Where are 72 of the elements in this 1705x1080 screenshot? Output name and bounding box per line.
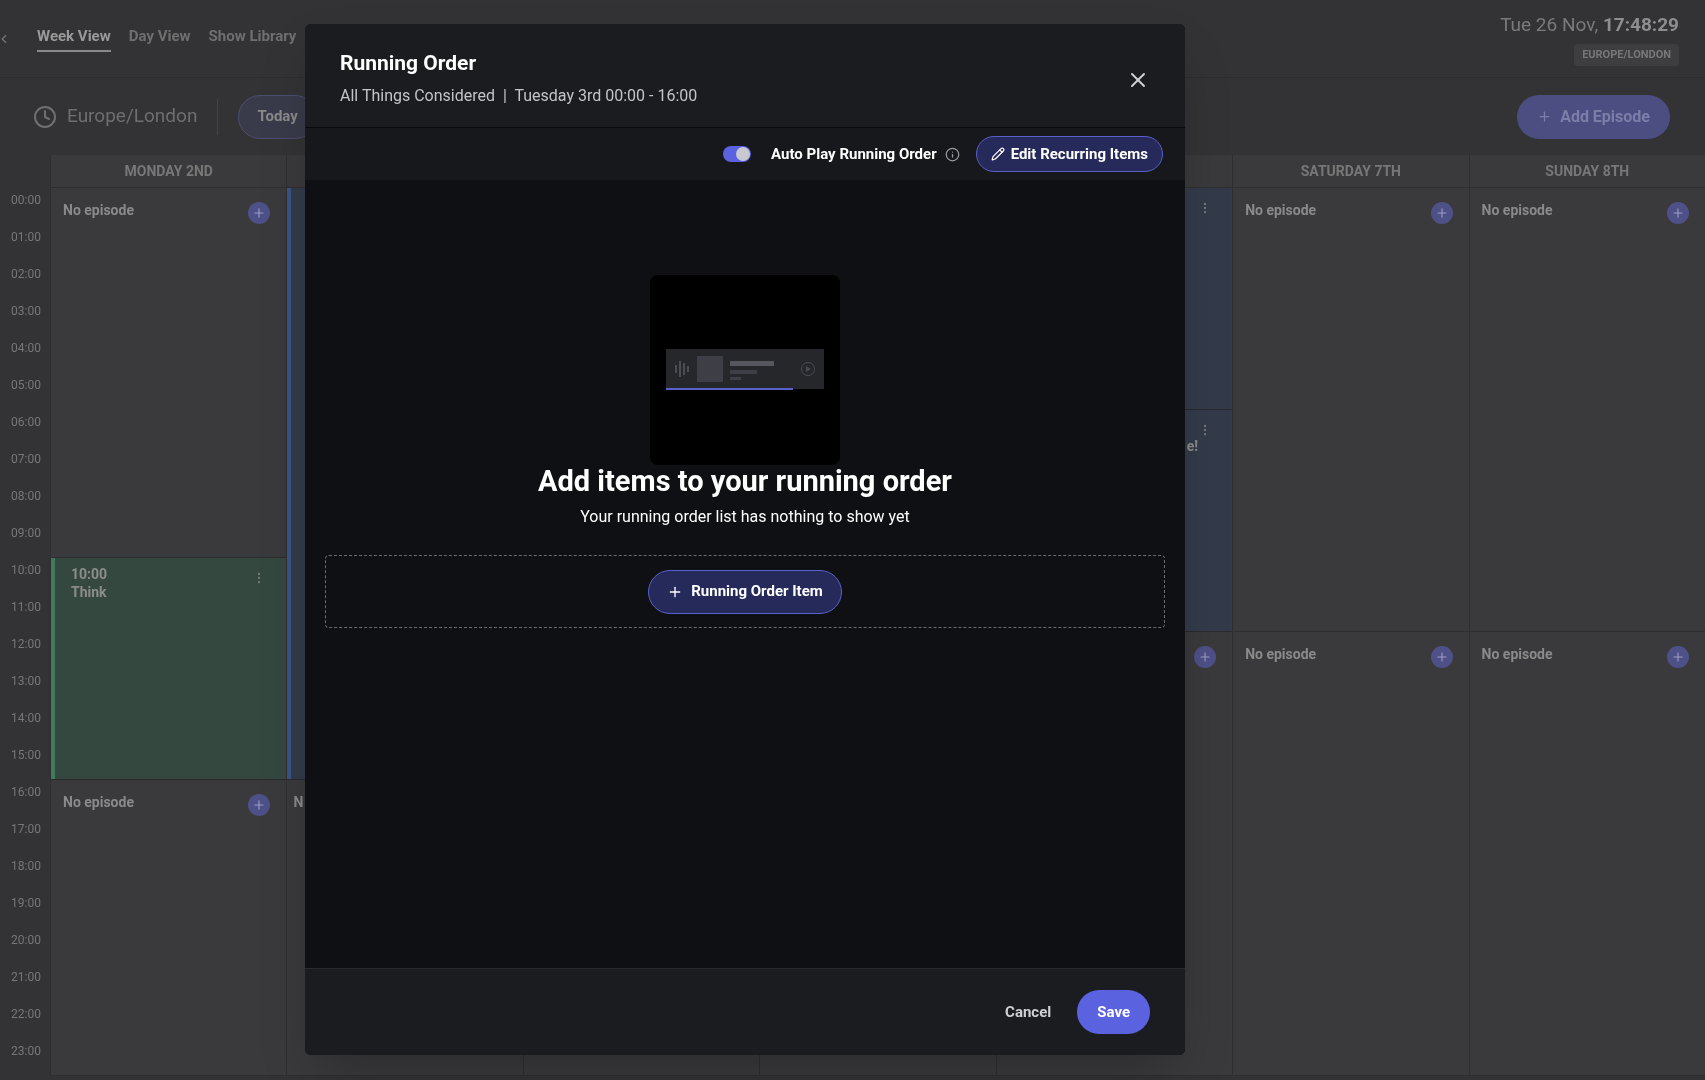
- hour-label: 16:00: [10, 784, 41, 801]
- add-episode-button[interactable]: [1194, 646, 1217, 668]
- hour-label: 11:00: [10, 599, 41, 616]
- add-episode-button[interactable]: [248, 202, 271, 224]
- hour-label: 17:00: [10, 821, 41, 838]
- cancel-button[interactable]: Cancel: [1003, 1000, 1054, 1024]
- pencil-icon: [990, 147, 1005, 161]
- plus-icon: [1434, 206, 1449, 220]
- auto-play-label: Auto Play Running Order: [771, 143, 937, 165]
- day-header: MONDAY 2ND: [50, 155, 287, 188]
- add-episode-button[interactable]: [248, 794, 271, 816]
- no-episode-label: No episode: [1245, 645, 1317, 664]
- dialog-subtitle: All Things Considered | Tuesday 3rd 00:00 - 16:00: [340, 84, 698, 107]
- view-tab[interactable]: Week View: [37, 24, 111, 53]
- hour-label: 05:00: [10, 377, 41, 394]
- plus-icon: [252, 798, 267, 812]
- view-tab[interactable]: Day View: [128, 24, 191, 53]
- clock-icon: [33, 104, 57, 129]
- hour-label: 15:00: [10, 747, 41, 764]
- hour-label: 04:00: [10, 340, 41, 357]
- episode-title: Think: [71, 584, 107, 600]
- hour-label: 00:00: [10, 192, 41, 209]
- day-header: SUNDAY 8TH: [1468, 155, 1705, 188]
- add-episode-button[interactable]: [1667, 646, 1689, 668]
- hour-label: 20:00: [10, 932, 41, 949]
- plus-icon: [1198, 650, 1213, 664]
- hour-label: 07:00: [10, 451, 41, 468]
- hour-label: 13:00: [10, 673, 41, 690]
- no-episode-label: No episode: [63, 201, 134, 220]
- add-episode-button[interactable]: [1430, 646, 1453, 668]
- hour-label: 14:00: [10, 710, 41, 727]
- add-episode-button[interactable]: [1667, 202, 1689, 224]
- current-datetime: Tue 26 Nov, 17:48:29: [1500, 12, 1679, 38]
- hour-label: 09:00: [10, 525, 41, 542]
- episode-card[interactable]: 10:00 Think: [51, 558, 287, 780]
- view-tab[interactable]: Show Library: [208, 24, 297, 53]
- hour-label: 10:00: [10, 562, 41, 579]
- hour-label: 08:00: [10, 488, 41, 505]
- no-episode-label: N: [293, 793, 304, 812]
- auto-play-switch[interactable]: [723, 146, 752, 162]
- dialog-title: Running Order: [340, 50, 478, 77]
- hour-label: 03:00: [10, 303, 41, 320]
- episode-title: e!: [1186, 438, 1199, 454]
- plus-icon: [1671, 650, 1685, 664]
- hour-label: 19:00: [10, 895, 41, 912]
- day-header: SATURDAY 7TH: [1232, 155, 1469, 188]
- hour-label: 02:00: [10, 266, 41, 283]
- save-button[interactable]: Save: [1077, 990, 1150, 1034]
- add-item-button[interactable]: Running Order Item: [648, 569, 842, 614]
- empty-state-heading: Add items to your running order: [538, 463, 952, 499]
- hour-label: 21:00: [10, 969, 41, 986]
- episode-time: 10:00: [71, 566, 108, 582]
- plus-icon: [1671, 206, 1685, 220]
- hour-label: 23:00: [10, 1043, 41, 1060]
- timezone-badge: EUROPE/LONDON: [1574, 43, 1679, 66]
- edit-recurring-button[interactable]: Edit Recurring Items: [975, 136, 1163, 172]
- hour-label: 01:00: [10, 229, 41, 246]
- hour-label: 06:00: [10, 414, 41, 431]
- hour-label: 18:00: [10, 858, 41, 875]
- info-icon[interactable]: [944, 146, 960, 162]
- no-episode-label: No episode: [1481, 201, 1553, 220]
- hour-label: 12:00: [10, 636, 41, 653]
- plus-icon: [252, 206, 267, 220]
- plus-icon: [1537, 109, 1553, 124]
- no-episode-label: No episode: [63, 793, 134, 812]
- hour-label: 22:00: [10, 1006, 41, 1023]
- timezone-label: Europe/London: [67, 103, 198, 130]
- add-episode-button[interactable]: [1430, 202, 1453, 224]
- no-episode-label: No episode: [1481, 645, 1553, 664]
- plus-icon: [1434, 650, 1449, 664]
- no-episode-label: No episode: [1245, 201, 1317, 220]
- empty-state-message: Your running order list has nothing to show yet: [580, 506, 910, 528]
